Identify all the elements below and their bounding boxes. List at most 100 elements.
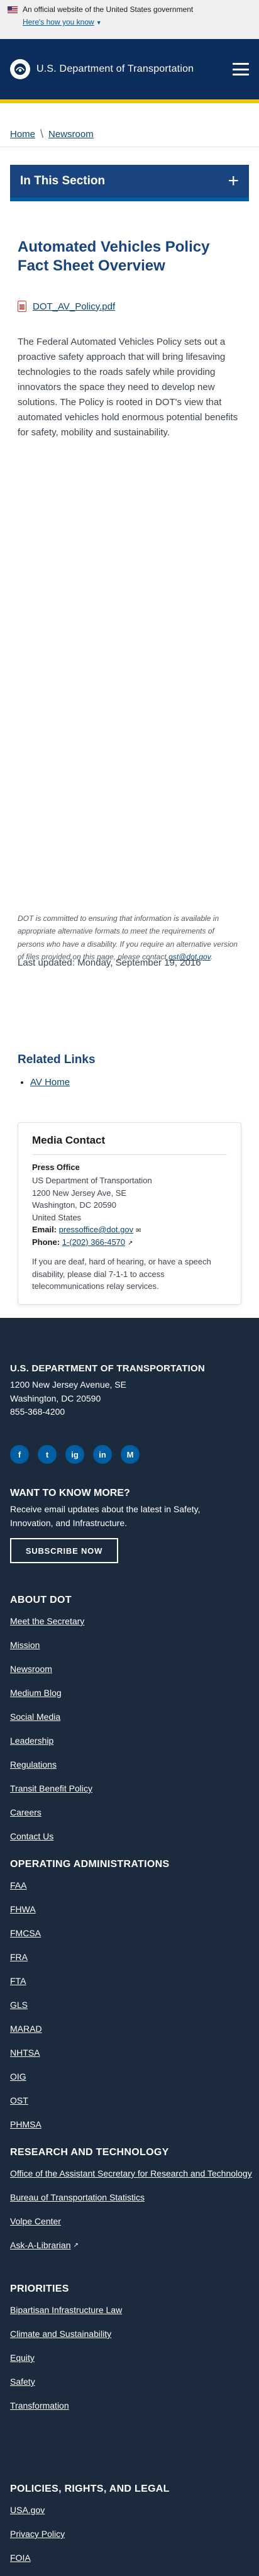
footer-link[interactable]: Privacy Policy bbox=[10, 2529, 65, 2539]
breadcrumb-newsroom[interactable]: Newsroom bbox=[48, 129, 94, 140]
policies-title: POLICIES, RIGHTS, AND LEGAL bbox=[10, 2484, 170, 2494]
footer-link[interactable]: Contact Us bbox=[10, 1831, 53, 1841]
footer-link-item: Bureau of Transportation Statistics bbox=[10, 2185, 252, 2209]
footer-link[interactable]: Climate and Sustainability bbox=[10, 2329, 111, 2339]
footer-link-item: Transformation bbox=[10, 2394, 122, 2417]
footer-link[interactable]: Transformation bbox=[10, 2400, 69, 2411]
dot-seal-icon bbox=[10, 59, 30, 79]
footer-link[interactable]: Bipartisan Infrastructure Law bbox=[10, 2305, 122, 2315]
breadcrumb-home[interactable]: Home bbox=[10, 129, 35, 140]
footer-link-item: Safety bbox=[10, 2370, 122, 2394]
social-links: f t ig in M bbox=[10, 1445, 140, 1464]
gov-banner: An official website of the United States… bbox=[0, 0, 259, 39]
operating-admins-list: FAA FHWA FMCSA FRA FTA GLS MARAD NHTSA O… bbox=[10, 1873, 42, 2136]
footer-address: 1200 New Jersey Avenue, SE Washington, D… bbox=[10, 1378, 126, 1419]
footer-link-item: Equity bbox=[10, 2346, 122, 2370]
footer-link-item: FRA bbox=[10, 1945, 42, 1969]
instagram-icon[interactable]: ig bbox=[65, 1445, 84, 1464]
footer-link-item: FMCSA bbox=[10, 1921, 42, 1945]
footer-link-item: MARAD bbox=[10, 2017, 42, 2041]
site-brand[interactable]: U.S. Department of Transportation bbox=[10, 59, 194, 79]
section-nav-title: In This Section bbox=[20, 174, 106, 187]
footer-link-item: Newsroom bbox=[10, 1657, 92, 1681]
footer-link[interactable]: FHWA bbox=[10, 1904, 36, 1914]
footer-link-item: Meet the Secretary bbox=[10, 1609, 92, 1633]
operating-admins-title: OPERATING ADMINISTRATIONS bbox=[10, 1859, 170, 1870]
footer-link[interactable]: Regulations bbox=[10, 1759, 57, 1770]
medium-icon[interactable]: M bbox=[121, 1445, 140, 1464]
footer-link[interactable]: Newsroom bbox=[10, 1664, 52, 1674]
footer-link[interactable]: FMCSA bbox=[10, 1928, 41, 1938]
footer-link[interactable]: NHTSA bbox=[10, 2048, 40, 2058]
footer-link-item: FTA bbox=[10, 1969, 42, 1993]
in-this-section-toggle[interactable]: In This Section + bbox=[10, 165, 249, 201]
footer-link[interactable]: Volpe Center bbox=[10, 2216, 61, 2226]
footer-link-item: Regulations bbox=[10, 1753, 92, 1776]
menu-hamburger-icon[interactable] bbox=[233, 63, 249, 75]
twitter-icon[interactable]: t bbox=[38, 1445, 57, 1464]
address-line: US Department of Transportation bbox=[32, 1176, 152, 1185]
external-link-icon: ↗ bbox=[73, 2241, 79, 2249]
footer-link[interactable]: Transit Benefit Policy bbox=[10, 1783, 92, 1793]
footer-link[interactable]: FAA bbox=[10, 1880, 26, 1890]
footer-link[interactable]: Social Media bbox=[10, 1712, 60, 1722]
footer-link[interactable]: PHMSA bbox=[10, 2119, 41, 2129]
footer-link[interactable]: Leadership bbox=[10, 1736, 53, 1746]
footer-link[interactable]: Equity bbox=[10, 2353, 35, 2363]
relay-services-note: If you are deaf, hard of hearing, or hav… bbox=[32, 1257, 211, 1291]
press-phone-link[interactable]: 1-(202) 366-4570 bbox=[62, 1237, 125, 1247]
footer-link[interactable]: OIG bbox=[10, 2071, 26, 2082]
address-line: Washington, DC 20590 bbox=[32, 1200, 116, 1210]
breadcrumb: Home \ Newsroom bbox=[0, 122, 259, 147]
know-link-label: Here's how you know bbox=[23, 18, 94, 26]
footer-link[interactable]: Bureau of Transportation Statistics bbox=[10, 2192, 145, 2202]
access-note-end: . bbox=[210, 952, 213, 962]
subscribe-button[interactable]: SUBSCRIBE NOW bbox=[10, 1538, 118, 1563]
facebook-icon[interactable]: f bbox=[10, 1445, 29, 1464]
footer-link[interactable]: GLS bbox=[10, 2000, 28, 2010]
footer-link[interactable]: Medium Blog bbox=[10, 1688, 62, 1698]
footer-link[interactable]: FTA bbox=[10, 1976, 26, 1986]
footer-link-item: Social Media bbox=[10, 1705, 92, 1729]
want-to-know-text: Receive email updates about the latest i… bbox=[10, 1504, 201, 1528]
last-updated: Last updated: Monday, September 19, 2016 bbox=[18, 957, 201, 968]
document-pdf-link[interactable]: DOT_AV_Policy.pdf bbox=[33, 301, 115, 312]
footer-link-item: PHMSA bbox=[10, 2112, 42, 2136]
address-line: 1200 New Jersey Ave, SE bbox=[32, 1188, 127, 1198]
media-contact-title: Media Contact bbox=[32, 1134, 106, 1146]
about-dot-list: Meet the Secretary Mission Newsroom Medi… bbox=[10, 1609, 92, 1848]
footer-link[interactable]: FRA bbox=[10, 1952, 28, 1962]
footer-link-item: Leadership bbox=[10, 1729, 92, 1753]
footer-link[interactable]: Mission bbox=[10, 1640, 40, 1650]
footer-link-item: FHWA bbox=[10, 1897, 42, 1921]
footer-link[interactable]: MARAD bbox=[10, 2024, 42, 2034]
brand-name: U.S. Department of Transportation bbox=[36, 64, 194, 74]
site-header: U.S. Department of Transportation bbox=[0, 39, 259, 103]
footer-link-item: FOIA bbox=[10, 2546, 65, 2570]
footer-link[interactable]: Office of the Assistant Secretary for Re… bbox=[10, 2168, 252, 2178]
breadcrumb-separator-icon: \ bbox=[40, 128, 44, 140]
footer-link[interactable]: Meet the Secretary bbox=[10, 1616, 84, 1626]
related-links-list: AV Home bbox=[30, 1077, 70, 1088]
policies-list: USA.gov Privacy Policy FOIA bbox=[10, 2498, 65, 2570]
footer-org-name: U.S. DEPARTMENT OF TRANSPORTATION bbox=[10, 1363, 205, 1374]
linkedin-icon[interactable]: in bbox=[93, 1445, 112, 1464]
footer-link[interactable]: OST bbox=[10, 2095, 28, 2105]
footer-link-item: Transit Benefit Policy bbox=[10, 1776, 92, 1800]
email-row: Email: pressoffice@dot.gov ✉ bbox=[32, 1224, 227, 1236]
heres-how-you-know-link[interactable]: Here's how you know ▼ bbox=[23, 18, 102, 26]
footer-link[interactable]: Ask-A-Librarian bbox=[10, 2240, 70, 2250]
footer-link[interactable]: Safety bbox=[10, 2377, 35, 2387]
research-tech-title: RESEARCH AND TECHNOLOGY bbox=[10, 2147, 169, 2158]
research-tech-list: Office of the Assistant Secretary for Re… bbox=[10, 2161, 252, 2257]
footer-link[interactable]: USA.gov bbox=[10, 2505, 45, 2515]
gov-banner-row: An official website of the United States… bbox=[8, 5, 251, 14]
related-links-title: Related Links bbox=[18, 1053, 96, 1066]
footer-link[interactable]: FOIA bbox=[10, 2553, 31, 2563]
footer-link[interactable]: Careers bbox=[10, 1807, 41, 1817]
footer-link-item: GLS bbox=[10, 1993, 42, 2017]
page-title: Automated Vehicles Policy Fact Sheet Ove… bbox=[18, 238, 210, 274]
email-label: Email: bbox=[32, 1225, 57, 1234]
press-email-link[interactable]: pressoffice@dot.gov bbox=[59, 1225, 133, 1234]
related-link-av-home[interactable]: AV Home bbox=[30, 1077, 70, 1088]
